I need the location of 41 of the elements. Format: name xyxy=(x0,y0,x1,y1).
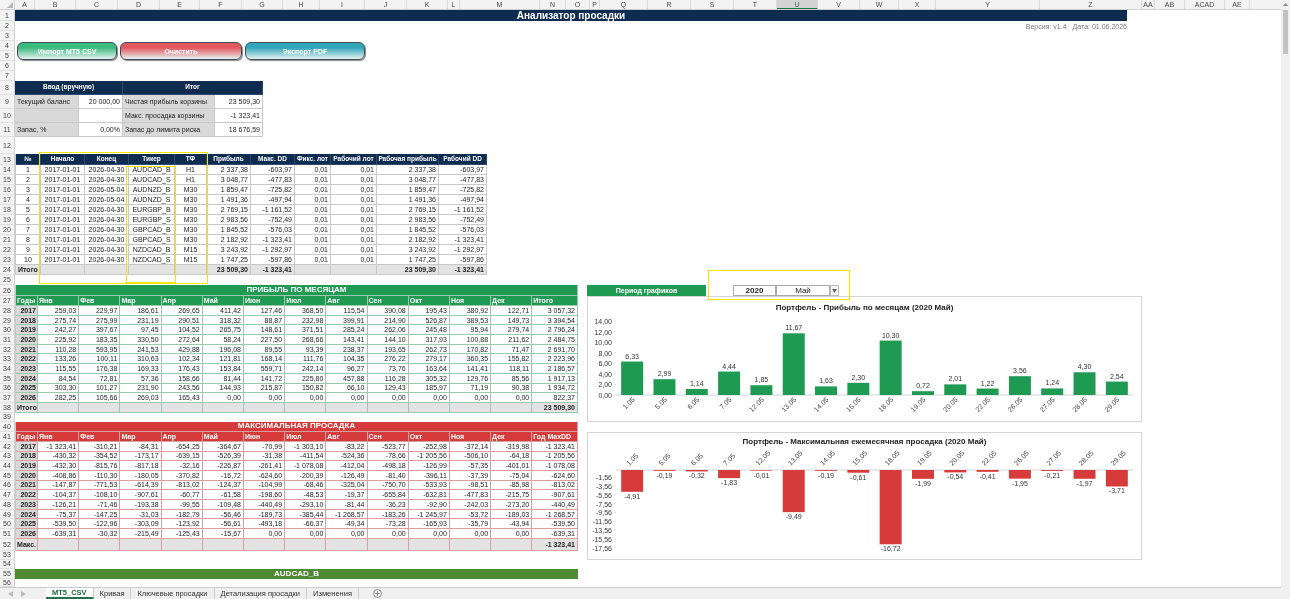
bar xyxy=(1008,376,1031,395)
bar xyxy=(1073,469,1096,479)
chart-title: Портфель - Максимальная ежемесячная просадка (2020 Май) xyxy=(742,436,987,446)
chart-title: Портфель - Прибыль по месяцам (2020 Май) xyxy=(775,303,954,312)
bar xyxy=(621,469,644,492)
table-title: ПРИБЫЛЬ ПО МЕСЯЦАМ xyxy=(16,285,578,296)
vertical-scrollbar[interactable] xyxy=(1281,0,1290,599)
year-field[interactable]: 2020 xyxy=(733,285,776,296)
bar xyxy=(621,361,644,395)
bar xyxy=(1041,388,1064,395)
bar xyxy=(1105,381,1128,395)
select-all-icon[interactable] xyxy=(7,2,13,8)
bar xyxy=(1008,469,1031,479)
bar xyxy=(976,388,999,395)
bar xyxy=(847,382,870,395)
bar xyxy=(685,469,708,472)
bar xyxy=(685,388,708,395)
bar xyxy=(912,469,934,479)
add-sheet-icon[interactable] xyxy=(372,589,382,598)
scroll-right-icon[interactable] xyxy=(21,590,26,597)
bar xyxy=(815,386,837,395)
bar xyxy=(879,340,902,395)
dropdown-button[interactable] xyxy=(830,285,839,296)
bar xyxy=(976,469,999,472)
caret-icon[interactable] xyxy=(832,288,837,293)
bar xyxy=(750,385,773,395)
bar xyxy=(782,333,805,395)
section-bar: AUDCAD_B xyxy=(15,568,578,579)
sheet-title: Анализатор просадки xyxy=(15,10,1127,21)
bar xyxy=(847,469,870,473)
table-title: МАКСИМАЛЬНАЯ ПРОСАДКА xyxy=(16,421,578,432)
bar xyxy=(944,469,967,473)
bar xyxy=(912,391,934,395)
month-field[interactable]: Май xyxy=(776,285,830,296)
bar xyxy=(944,384,967,395)
bar xyxy=(718,371,741,395)
bar xyxy=(782,469,805,513)
scroll-left-icon[interactable] xyxy=(8,590,13,597)
bar xyxy=(653,379,676,395)
bar xyxy=(1073,372,1096,395)
bar xyxy=(718,469,741,478)
